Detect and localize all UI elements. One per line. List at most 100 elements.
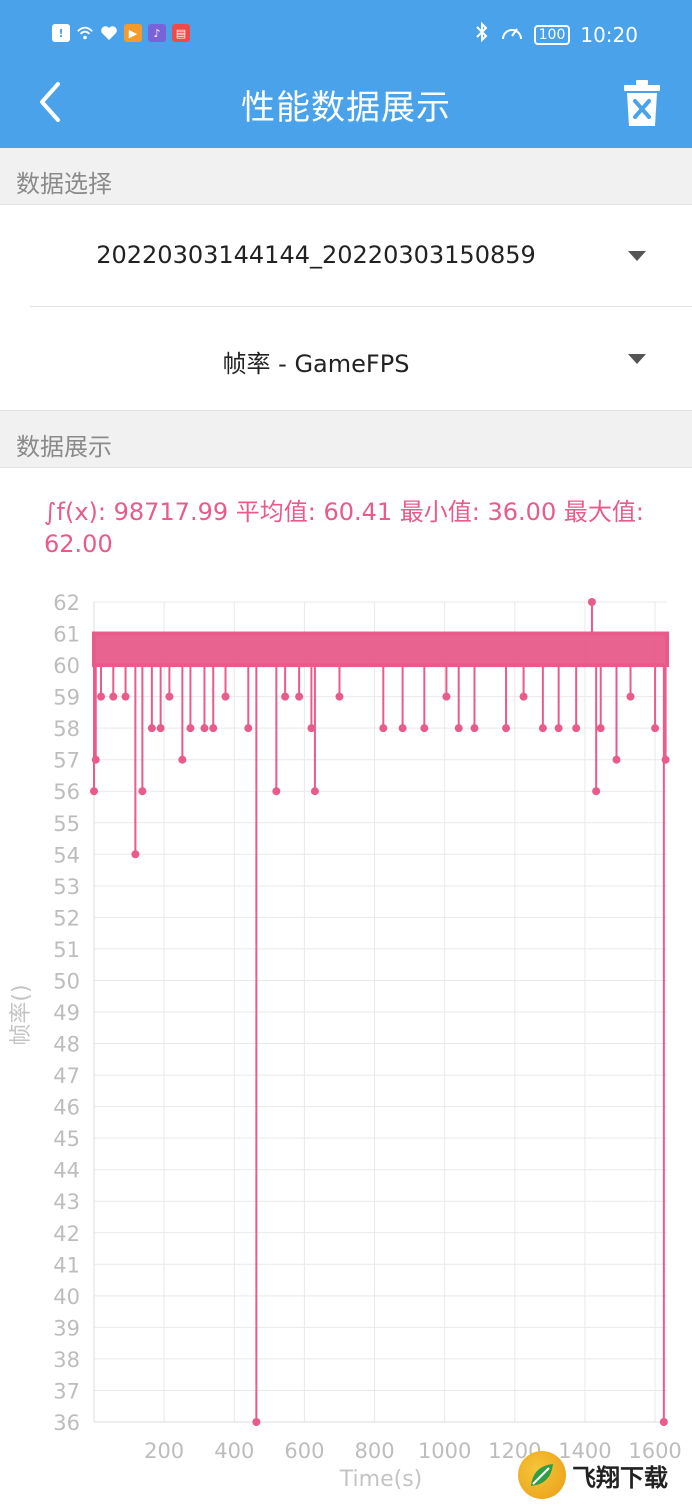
fps-point	[221, 692, 230, 701]
fps-point	[659, 1418, 668, 1426]
fps-point	[252, 1418, 261, 1426]
watermark-text: 飞翔下载	[572, 1463, 668, 1492]
fps-point	[592, 787, 601, 796]
status-icons-left: ! ▶ ♪ ▤	[52, 24, 190, 42]
y-tick-label: 61	[53, 623, 80, 647]
fps-point	[209, 724, 218, 733]
fps-point	[661, 755, 670, 764]
fps-point	[519, 692, 528, 701]
y-tick-label: 47	[53, 1064, 80, 1088]
fps-point	[156, 724, 165, 733]
wifi-icon	[76, 24, 94, 42]
y-tick-label: 62	[53, 591, 80, 615]
chart-grid	[93, 601, 667, 1423]
fps-point	[420, 724, 429, 733]
dropdown-arrow-icon	[628, 354, 646, 364]
alert-icon: !	[52, 24, 70, 42]
y-tick-label: 39	[53, 1316, 80, 1340]
metric-select-value: 帧率 - GameFPS	[222, 350, 410, 378]
fps-point	[165, 692, 174, 701]
stats-summary: ∫f(x): 98717.99 平均值: 60.41 最小值: 36.00 最大…	[44, 498, 644, 558]
y-tick-label: 46	[53, 1096, 80, 1120]
dropdown-arrow-icon	[628, 251, 646, 261]
app-bar: 性能数据展示	[0, 56, 692, 148]
bluetooth-icon	[474, 21, 490, 47]
y-tick-label: 43	[53, 1190, 80, 1214]
fps-point	[244, 724, 253, 733]
fps-point	[200, 724, 209, 733]
fps-point	[596, 724, 605, 733]
y-tick-label: 49	[53, 1001, 80, 1025]
fps-point	[626, 692, 635, 701]
health-icon	[100, 24, 118, 42]
fps-point	[454, 724, 463, 733]
fps-point	[131, 850, 140, 859]
fps-point	[538, 724, 547, 733]
trash-icon	[624, 80, 660, 126]
y-tick-label: 57	[53, 749, 80, 773]
session-select[interactable]: 20220303144144_20220303150859	[0, 205, 692, 309]
y-tick-label: 56	[53, 780, 80, 804]
fps-point	[310, 787, 319, 796]
x-tick-label: 800	[354, 1439, 394, 1463]
clock: 10:20	[580, 22, 638, 47]
section-title: 数据选择	[16, 170, 112, 198]
fps-point	[442, 692, 451, 701]
fps-point	[554, 724, 563, 733]
delete-button[interactable]	[622, 78, 662, 128]
battery-indicator: 100	[533, 24, 571, 45]
page-title: 性能数据展示	[241, 88, 451, 128]
book-icon: ▤	[172, 24, 190, 42]
y-tick-label: 48	[53, 1033, 80, 1057]
y-tick-label: 53	[53, 875, 80, 899]
section-title: 数据展示	[16, 433, 112, 461]
fps-point	[91, 755, 100, 764]
metric-select[interactable]: 帧率 - GameFPS	[0, 308, 692, 412]
y-tick-label: 52	[53, 906, 80, 930]
y-tick-label: 42	[53, 1222, 80, 1246]
x-tick-label: 1000	[418, 1439, 471, 1463]
y-axis-label: 帧率()	[9, 984, 34, 1045]
y-tick-label: 50	[53, 969, 80, 993]
fps-point	[272, 787, 281, 796]
fps-point	[121, 692, 130, 701]
y-tick-label: 60	[53, 654, 80, 678]
y-tick-label: 59	[53, 686, 80, 710]
speed-icon	[500, 22, 524, 47]
x-axis-label: Time(s)	[339, 1467, 422, 1492]
y-tick-label: 51	[53, 938, 80, 962]
watermark-logo: 飞翔下载	[518, 1448, 688, 1502]
y-tick-label: 45	[53, 1127, 80, 1151]
y-tick-label: 41	[53, 1253, 80, 1277]
fps-chart[interactable]: 36 37 38 39 40 41 42 43 44 45 46 47 48 49 50 51 52 53 54 55…	[0, 580, 692, 1507]
chart-svg: 36 37 38 39 40 41 42 43 44 45 46 47 48 49 50 51 52 53 54 55…	[9, 591, 682, 1492]
fps-point	[147, 724, 156, 733]
y-tick-label: 54	[53, 843, 80, 867]
video-icon: ▶	[124, 24, 142, 42]
fps-point	[138, 787, 147, 796]
session-select-value: 20220303144144_20220303150859	[96, 241, 536, 269]
fps-point	[502, 724, 511, 733]
fps-point	[90, 787, 98, 796]
fps-point	[651, 724, 660, 733]
y-axis-ticks: 36 37 38 39 40 41 42 43 44 45 46 47 48 49 50 51 52 53 54 55…	[53, 591, 80, 1435]
x-tick-label: 400	[214, 1439, 254, 1463]
fps-oscillation	[93, 633, 668, 666]
fps-point	[470, 724, 479, 733]
y-tick-label: 37	[53, 1379, 80, 1403]
fps-point	[281, 692, 290, 701]
divider	[30, 306, 692, 307]
fps-point	[178, 755, 187, 764]
x-tick-label: 200	[144, 1439, 184, 1463]
y-tick-label: 58	[53, 717, 80, 741]
y-tick-label: 55	[53, 812, 80, 836]
y-tick-label: 40	[53, 1285, 80, 1309]
fps-point	[295, 692, 304, 701]
status-icons-right: 100 10:20	[474, 21, 638, 47]
fps-point	[612, 755, 621, 764]
y-tick-label: 44	[53, 1159, 80, 1183]
y-tick-label: 38	[53, 1348, 80, 1372]
fps-point	[379, 724, 388, 733]
leaf-icon	[518, 1451, 566, 1499]
section-header-data-select: 数据选择	[0, 148, 692, 205]
